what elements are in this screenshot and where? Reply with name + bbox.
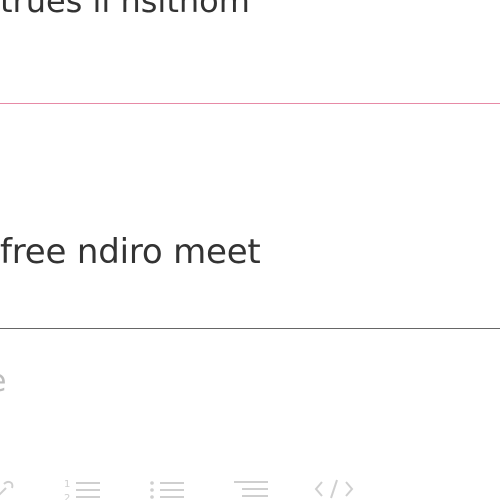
indent-list-button[interactable] bbox=[230, 474, 272, 500]
svg-text:2: 2 bbox=[64, 493, 70, 500]
field-underline bbox=[0, 328, 500, 329]
link-button[interactable] bbox=[0, 474, 20, 500]
top-field-value[interactable]: trues il nsithom bbox=[0, 0, 250, 20]
main-field-value[interactable]: free ndiro meet bbox=[0, 232, 261, 272]
link-icon bbox=[0, 480, 14, 496]
editor-placeholder[interactable]: e bbox=[0, 364, 6, 399]
code-icon bbox=[314, 479, 354, 499]
code-button[interactable] bbox=[312, 474, 356, 500]
screen: trues il nsithom free ndiro meet e 1 2 bbox=[0, 0, 500, 500]
indent-list-icon bbox=[234, 481, 268, 497]
unordered-list-button[interactable] bbox=[146, 474, 188, 500]
editor-toolbar: 1 2 bbox=[0, 468, 500, 500]
unordered-list-icon bbox=[150, 481, 184, 499]
svg-text:1: 1 bbox=[64, 479, 70, 490]
ordered-list-icon: 1 2 bbox=[64, 479, 100, 500]
focused-field-underline bbox=[0, 103, 500, 104]
ordered-list-button[interactable]: 1 2 bbox=[62, 474, 104, 500]
